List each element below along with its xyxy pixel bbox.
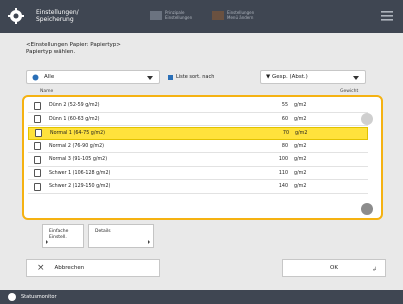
paper-icon — [34, 169, 41, 178]
title-line-1: Einstellungen/ — [36, 9, 79, 16]
row-name: Dünn 2 (52-59 g/m2) — [49, 103, 100, 109]
cancel-label: Abbrechen — [54, 265, 85, 271]
table-row[interactable]: Schwer 1 (106-128 g/m2) 110 g/m2 — [28, 168, 368, 180]
cancel-button[interactable]: × Abbrechen — [26, 259, 160, 277]
paper-icon — [35, 129, 42, 138]
page-title: Einstellungen/ Speicherung — [36, 9, 79, 23]
row-weight: 100 — [278, 157, 288, 163]
paper-icon — [34, 101, 41, 110]
row-unit: g/m2 — [294, 170, 307, 176]
filter-select[interactable]: Alle — [26, 70, 160, 84]
status-monitor-icon — [8, 293, 16, 301]
enter-icon: ↲ — [371, 266, 377, 273]
header-button-2-label-2: Menü ändern — [227, 15, 254, 20]
chevron-down-icon — [147, 76, 153, 80]
table-row[interactable]: Dünn 1 (60-63 g/m2) 60 g/m2 — [28, 114, 368, 126]
header-button-1-label-2: Einstellungen — [165, 15, 193, 20]
triangle-icon — [46, 240, 48, 244]
ok-button[interactable]: OK ↲ — [282, 259, 386, 277]
paper-icon — [34, 142, 41, 151]
row-weight: 110 — [278, 170, 288, 176]
row-unit: g/m2 — [294, 103, 307, 109]
table-row[interactable]: Normal 2 (76-90 g/m2) 80 g/m2 — [28, 141, 368, 153]
row-name: Schwer 2 (129-150 g/m2) — [49, 184, 111, 190]
row-unit: g/m2 — [294, 116, 307, 122]
paper-icon — [34, 182, 41, 191]
row-name: Normal 2 (76-90 g/m2) — [49, 143, 105, 149]
paper-icon — [34, 155, 41, 164]
paper-type-list: Dünn 2 (52-59 g/m2) 55 g/m2 Dünn 1 (60-6… — [22, 95, 383, 220]
gear-icon — [8, 8, 24, 24]
filter-select-value: Alle — [44, 74, 55, 80]
sort-label-text: Liste sort. nach — [176, 74, 215, 80]
row-weight: 60 — [281, 116, 288, 122]
header-button-2[interactable]: Einstellungen Menü ändern — [212, 10, 254, 20]
triangle-icon — [148, 240, 150, 244]
header-bar: Einstellungen/ Speicherung Prinzipale Ei… — [0, 0, 403, 33]
table-row[interactable]: Normal 3 (91-105 g/m2) 100 g/m2 — [28, 154, 368, 167]
table-row[interactable]: Dünn 2 (52-59 g/m2) 55 g/m2 — [28, 100, 368, 113]
row-unit: g/m2 — [295, 130, 308, 136]
instruction-line-2: Papiertyp wählen. — [26, 49, 76, 55]
row-name: Normal 3 (91-105 g/m2) — [49, 157, 108, 163]
row-weight: 55 — [281, 103, 288, 109]
chevron-down-icon — [353, 76, 359, 80]
row-name: Schwer 1 (106-128 g/m2) — [49, 170, 111, 176]
row-name: Normal 1 (64-75 g/m2) — [50, 130, 106, 136]
row-weight: 70 — [282, 130, 289, 136]
sort-select[interactable]: ▼ Gesp. (Abst.) — [260, 70, 366, 84]
title-line-2: Speicherung — [36, 16, 74, 23]
header-button-1[interactable]: Prinzipale Einstellungen — [150, 10, 192, 20]
column-weight-header: Gewicht — [340, 89, 359, 94]
simple-settings-label-2: Einstell. — [49, 235, 67, 240]
instruction-line-1: <Einstellungen Papier: Papiertyp> — [26, 42, 121, 48]
table-row-selected[interactable]: Normal 1 (64-75 g/m2) 70 g/m2 — [28, 127, 368, 140]
sort-label: Liste sort. nach — [168, 74, 214, 80]
column-name-header: Name — [40, 89, 54, 94]
hamburger-icon[interactable] — [381, 11, 393, 21]
status-monitor-label: Statusmonitor — [21, 294, 57, 300]
status-bar[interactable]: Statusmonitor — [0, 290, 403, 304]
row-weight: 140 — [278, 184, 288, 190]
row-unit: g/m2 — [294, 184, 307, 190]
sort-select-value: ▼ Gesp. (Abst.) — [266, 74, 308, 80]
scroll-down-button[interactable] — [361, 203, 373, 215]
table-row[interactable]: Schwer 2 (129-150 g/m2) 140 g/m2 — [28, 181, 368, 194]
row-unit: g/m2 — [294, 143, 307, 149]
details-button[interactable]: Details — [88, 224, 154, 248]
row-unit: g/m2 — [294, 157, 307, 163]
details-label: Details — [95, 229, 111, 234]
row-weight: 80 — [281, 143, 288, 149]
ok-label: OK — [330, 265, 338, 271]
paper-icon — [34, 115, 41, 124]
header-button-2-icon — [212, 10, 224, 20]
scroll-up-button[interactable] — [361, 113, 373, 125]
sort-icon — [168, 74, 173, 80]
header-button-1-icon — [150, 10, 162, 20]
filter-icon — [32, 74, 39, 80]
instruction-text: <Einstellungen Papier: Papiertyp> Papier… — [26, 42, 121, 56]
close-icon: × — [37, 262, 45, 273]
simple-settings-button[interactable]: Einfache Einstell. — [42, 224, 84, 248]
row-name: Dünn 1 (60-63 g/m2) — [49, 116, 100, 122]
